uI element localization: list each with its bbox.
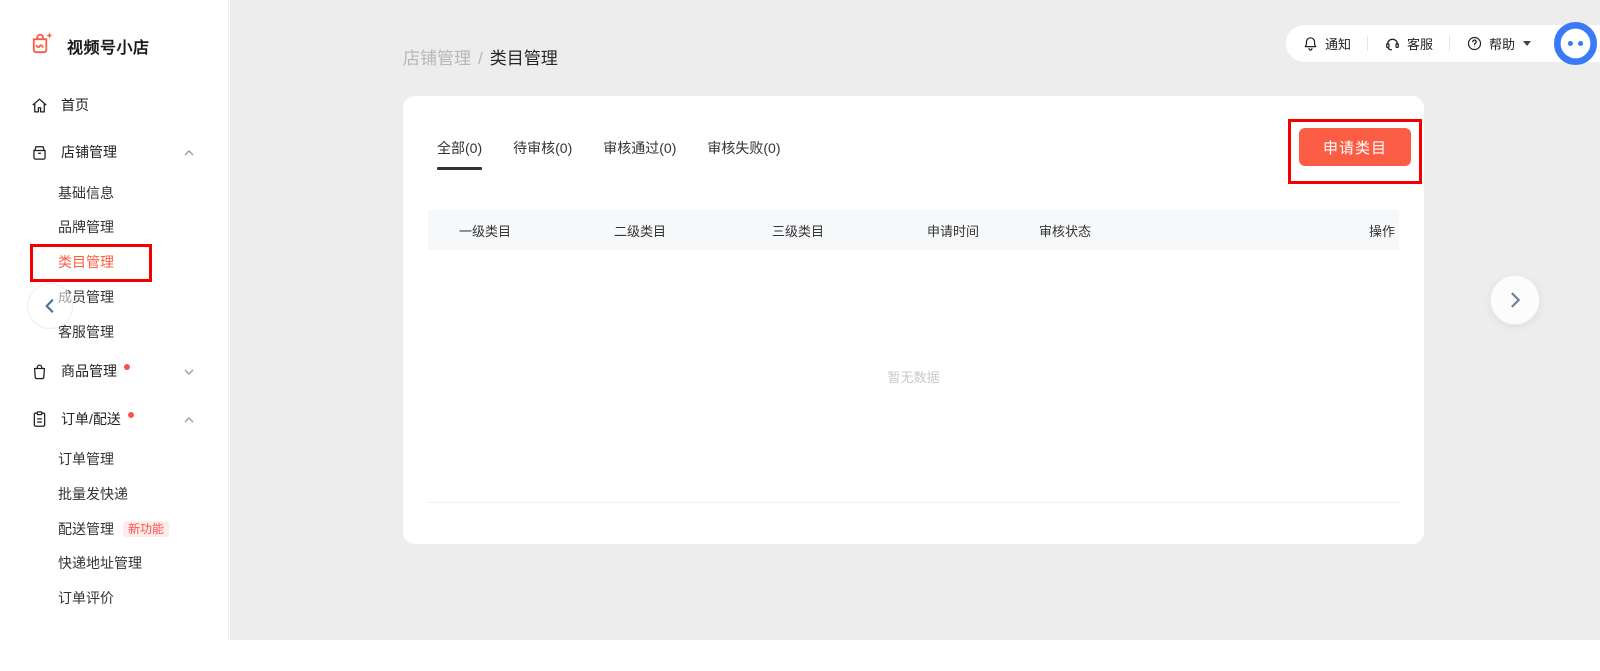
sidebar-item-label: 批量发快递 — [58, 484, 128, 504]
sidebar-item-category-management[interactable]: 类目管理 — [0, 245, 229, 279]
breadcrumb: 店铺管理 / 类目管理 — [403, 44, 558, 69]
app-window: 视频号小店 首页 店铺管理 基础信息 — [0, 0, 1600, 640]
sidebar-item-brand-management[interactable]: 品牌管理 — [0, 210, 229, 244]
tab-all[interactable]: 全部(0) — [437, 138, 482, 170]
column-header-level3: 三级类目 — [772, 221, 927, 240]
sidebar-item-express-address-management[interactable]: 快递地址管理 — [0, 546, 229, 580]
categories-table: 一级类目 二级类目 三级类目 申请时间 审核状态 操作 暂无数据 — [428, 210, 1399, 503]
tab-pending-review[interactable]: 待审核(0) — [513, 138, 572, 170]
notifications-label: 通知 — [1325, 34, 1351, 53]
clipboard-icon — [30, 410, 49, 429]
caret-down-icon — [1523, 41, 1531, 46]
chevron-up-icon — [183, 146, 195, 158]
logo: 视频号小店 — [28, 30, 150, 62]
category-management-card: 全部(0) 待审核(0) 审核通过(0) 审核失败(0) 申请类目 一级类目 二… — [403, 96, 1424, 544]
help-label: 帮助 — [1489, 34, 1515, 53]
sidebar-item-shop-management[interactable]: 店铺管理 — [0, 135, 229, 169]
page: 视频号小店 首页 店铺管理 基础信息 — [0, 0, 1600, 671]
shop-logo-icon — [28, 30, 55, 62]
expand-right-button[interactable] — [1490, 275, 1540, 325]
help-button[interactable]: 帮助 — [1466, 34, 1531, 53]
table-header: 一级类目 二级类目 三级类目 申请时间 审核状态 操作 — [428, 210, 1399, 250]
sidebar-item-label: 配送管理 — [58, 519, 114, 539]
sidebar-item-label: 品牌管理 — [58, 217, 114, 237]
sidebar-item-order-reviews[interactable]: 订单评价 — [0, 581, 229, 615]
notifications-button[interactable]: 通知 — [1302, 34, 1351, 53]
sidebar-item-orders-delivery[interactable]: 订单/配送 — [0, 402, 229, 436]
collapse-left-button[interactable] — [27, 283, 73, 329]
sidebar-item-label: 基础信息 — [58, 183, 114, 203]
page-title: 类目管理 — [490, 49, 558, 68]
sidebar-item-label: 首页 — [61, 95, 89, 115]
apply-category-button[interactable]: 申请类目 — [1299, 128, 1411, 166]
question-circle-icon — [1466, 35, 1483, 52]
column-header-apply-time: 申请时间 — [927, 221, 1039, 240]
chevron-up-icon — [183, 413, 195, 425]
shopping-bag-icon — [30, 362, 49, 381]
sidebar-item-label: 商品管理 — [61, 361, 117, 381]
sidebar-item-delivery-management[interactable]: 配送管理 新功能 — [0, 512, 229, 546]
support-label: 客服 — [1407, 34, 1433, 53]
column-header-review-status: 审核状态 — [1039, 221, 1335, 240]
notification-dot — [128, 412, 134, 418]
tab-review-approved[interactable]: 审核通过(0) — [603, 138, 676, 170]
sidebar-item-label: 快递地址管理 — [58, 553, 142, 573]
headset-icon — [1384, 35, 1401, 52]
sidebar-item-label: 订单管理 — [58, 449, 114, 469]
breadcrumb-separator: / — [478, 49, 483, 68]
sidebar-item-basic-info[interactable]: 基础信息 — [0, 176, 229, 210]
status-tabs: 全部(0) 待审核(0) 审核通过(0) 审核失败(0) — [437, 138, 781, 170]
sidebar-item-label: 订单评价 — [58, 588, 114, 608]
bell-icon — [1302, 35, 1319, 52]
store-icon — [30, 143, 49, 162]
sidebar-item-order-management[interactable]: 订单管理 — [0, 442, 229, 476]
sidebar-item-label: 客服管理 — [58, 322, 114, 342]
breadcrumb-parent[interactable]: 店铺管理 — [403, 49, 471, 68]
notification-dot — [124, 364, 130, 370]
home-icon — [30, 96, 49, 115]
support-button[interactable]: 客服 — [1384, 34, 1433, 53]
divider — [1449, 36, 1450, 51]
sidebar-item-home[interactable]: 首页 — [0, 88, 229, 122]
sidebar-item-label: 店铺管理 — [61, 142, 117, 162]
sidebar-item-product-management[interactable]: 商品管理 — [0, 354, 229, 388]
sidebar-item-label: 订单/配送 — [61, 409, 121, 429]
tab-review-failed[interactable]: 审核失败(0) — [707, 138, 780, 170]
column-header-level1: 一级类目 — [459, 221, 614, 240]
chevron-down-icon — [183, 365, 195, 377]
new-feature-badge: 新功能 — [123, 521, 169, 537]
sidebar-item-label: 类目管理 — [58, 252, 114, 272]
sidebar-item-batch-shipping[interactable]: 批量发快递 — [0, 477, 229, 511]
chat-assistant-icon[interactable] — [1552, 20, 1599, 67]
column-header-actions: 操作 — [1335, 221, 1395, 240]
empty-state-text: 暂无数据 — [887, 367, 939, 386]
table-empty-state: 暂无数据 — [428, 250, 1399, 503]
column-header-level2: 二级类目 — [614, 221, 772, 240]
divider — [1367, 36, 1368, 51]
app-title: 视频号小店 — [67, 34, 150, 58]
